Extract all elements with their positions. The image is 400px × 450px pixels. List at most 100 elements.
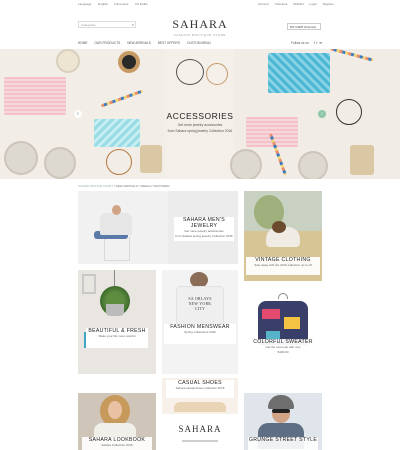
hero-caption: ACCESSORIES Get more jewelry accessories… (160, 111, 240, 133)
tile-caption: SAHARA LOOKBOOK Sahara Collection 2016 (82, 437, 152, 450)
search-icon[interactable]: ⌕ (132, 22, 134, 27)
top-bar-left: Language: English Currencies: US Dollar (78, 2, 153, 6)
tile-title: GRUNGE STREET STYLE (248, 437, 318, 443)
logo-text: SAHARA (172, 17, 228, 31)
model-image (100, 213, 132, 235)
tile-caption: VINTAGE CLOTHING Sale away with the 2016… (246, 257, 320, 275)
top-bar: Language: English Currencies: US Dollar … (0, 0, 400, 8)
search-input[interactable]: Categories ⌕ (78, 21, 136, 28)
cart-button[interactable]: MY CART (0 items) (287, 23, 321, 30)
twitter-icon[interactable]: t (317, 41, 318, 45)
nav-item-our-products[interactable]: OUR PRODUCTS (94, 41, 120, 45)
promo-tile-colorful-sweater[interactable]: COLORFUL SWEATER Get the new look with o… (244, 287, 322, 387)
breadcrumb-item-new-arrivals[interactable]: NEW ARRIVALS (116, 184, 138, 188)
bracelet-image (336, 99, 362, 125)
slider-prev-icon[interactable]: ‹ (74, 110, 82, 118)
hero-subtitle-line2: from Sahara spring jewelry Collection 20… (167, 129, 233, 134)
follow-label: Follow us on (290, 41, 309, 45)
candle-image (56, 49, 80, 73)
bowl-image (298, 151, 328, 179)
model-face-image (108, 401, 122, 419)
language-select[interactable]: English (98, 2, 108, 6)
bowl-image (44, 147, 76, 179)
slider-next-icon[interactable]: › (318, 110, 326, 118)
hero-title: ACCESSORIES (166, 111, 234, 121)
currency-select[interactable]: US Dollar (135, 2, 148, 6)
wishlist-link[interactable]: Wishlist (293, 2, 303, 6)
checkout-link[interactable]: Checkout (275, 2, 288, 6)
header: Categories ⌕ SAHARA FASHION BOUTIQUE STO… (0, 8, 400, 40)
basket-image (140, 145, 162, 173)
beanie-image (268, 395, 294, 409)
breadcrumb-item-home[interactable]: SAHARA ROUND CHART (78, 184, 113, 188)
divider (182, 440, 218, 442)
bracelet-image (106, 149, 132, 175)
social-follow: Follow us on f t ✉ (291, 41, 322, 45)
tile-caption: SAHARA MEN'S JEWELRY Get more jewelry ac… (174, 217, 234, 241)
chair-image (104, 237, 130, 261)
register-link[interactable]: Register (323, 2, 334, 6)
tile-subtitle: Sahara casual shoes collection 2016 (175, 386, 225, 390)
promo-tile-mens-jewelry[interactable]: SAHARA MEN'S JEWELRY Get more jewelry ac… (78, 191, 238, 264)
tile-subtitle: Spring Collections 2016 (184, 330, 216, 334)
bracelet-image (206, 63, 228, 85)
cart-label: MY CART (0 items) (290, 25, 316, 29)
nav-item-best-offers[interactable]: BEST OFFERS (158, 41, 180, 45)
blue-pouch-image (268, 53, 330, 93)
blue-pouch-image (94, 119, 140, 147)
currency-label: Currencies: (113, 2, 130, 6)
promo-tile-grunge-street[interactable]: GRUNGE STREET STYLE (244, 393, 322, 450)
search-placeholder: Categories (81, 23, 96, 27)
tile-price: $199.00 (277, 349, 289, 354)
login-link[interactable]: Login (309, 2, 316, 6)
promo-tile-vintage-clothing[interactable]: VINTAGE CLOTHING Sale away with the 2016… (244, 191, 322, 281)
nav-item-new-arrivals[interactable]: NEW ARRIVALS (127, 41, 151, 45)
logo-tagline: FASHION BOUTIQUE STORE (174, 33, 226, 37)
language-label: Language: (78, 2, 93, 6)
tile-caption: BEAUTIFUL & FRESH Make your life more co… (86, 328, 148, 348)
tile-subtitle: from Sahara spring jewelry Collection 20… (175, 233, 233, 238)
model-head-image (272, 221, 286, 233)
tile-title: SAHARA MEN'S JEWELRY (182, 217, 226, 229)
model-head-image (112, 205, 121, 215)
promo-tile-casual-shoes[interactable]: CASUAL SHOES Sahara casual shoes collect… (162, 378, 238, 414)
bowl-image (4, 141, 38, 175)
hero-banner[interactable]: ACCESSORIES Get more jewelry accessories… (0, 49, 400, 179)
bowl-image (230, 149, 262, 179)
nav-item-custom-menu[interactable]: CUSTOM MENU (187, 41, 211, 45)
email-icon[interactable]: ✉ (319, 41, 322, 45)
breadcrumb-item-weekly-featured[interactable]: WEEKLY FEATURED (140, 184, 169, 188)
nav-item-home[interactable]: HOME (78, 41, 88, 45)
tile-subtitle: Make your life more colorful (98, 334, 136, 338)
pot-image (106, 304, 124, 316)
tile-caption: COLORFUL SWEATER Get the new look with o… (248, 339, 318, 361)
basket-image (350, 145, 374, 175)
picture-frame-image (82, 274, 96, 294)
facebook-icon[interactable]: f (314, 41, 315, 45)
account-link[interactable]: Account (258, 2, 269, 6)
tile-caption: GRUNGE STREET STYLE (248, 437, 318, 450)
sunglasses-image (272, 409, 290, 413)
pink-pouch-image (4, 77, 66, 115)
sweater-pattern (284, 317, 300, 329)
sweater-pattern (262, 309, 280, 319)
jewelry-box-image (118, 51, 140, 73)
account-links: Account Checkout Wishlist Login Register (258, 2, 339, 6)
tile-subtitle: Sale away with the 2016 collection up to… (254, 263, 312, 267)
main-nav: HOME OUR PRODUCTS NEW ARRIVALS BEST OFFE… (78, 41, 322, 49)
tshirt-print-text: SA ORLAYS NEW YORK CITY (188, 296, 212, 311)
hanger-image (278, 293, 288, 299)
tile-logo-text: SAHARA (178, 424, 222, 434)
promo-tile-fashion-menswear[interactable]: SA ORLAYS NEW YORK CITY FASHION MENSWEAR… (162, 270, 238, 374)
promo-tile-logo[interactable]: SAHARA (162, 418, 238, 450)
promo-tile-lookbook[interactable]: SAHARA LOOKBOOK Sahara Collection 2016 (78, 393, 156, 450)
shoe-image (174, 402, 226, 412)
hero-subtitle-line1: Get more jewelry accessories (177, 123, 223, 127)
tile-subtitle: Sahara Collection 2016 (101, 443, 133, 447)
promo-tile-beautiful-fresh[interactable]: BEAUTIFUL & FRESH Make your life more co… (78, 270, 156, 374)
bracelet-image (176, 59, 204, 85)
tile-caption: CASUAL SHOES Sahara casual shoes collect… (166, 380, 234, 398)
tile-caption: FASHION MENSWEAR Spring Collections 2016 (164, 324, 236, 344)
site-logo[interactable]: SAHARA FASHION BOUTIQUE STORE (168, 17, 232, 37)
breadcrumb: SAHARA ROUND CHART / NEW ARRIVALS / WEEK… (78, 184, 169, 188)
